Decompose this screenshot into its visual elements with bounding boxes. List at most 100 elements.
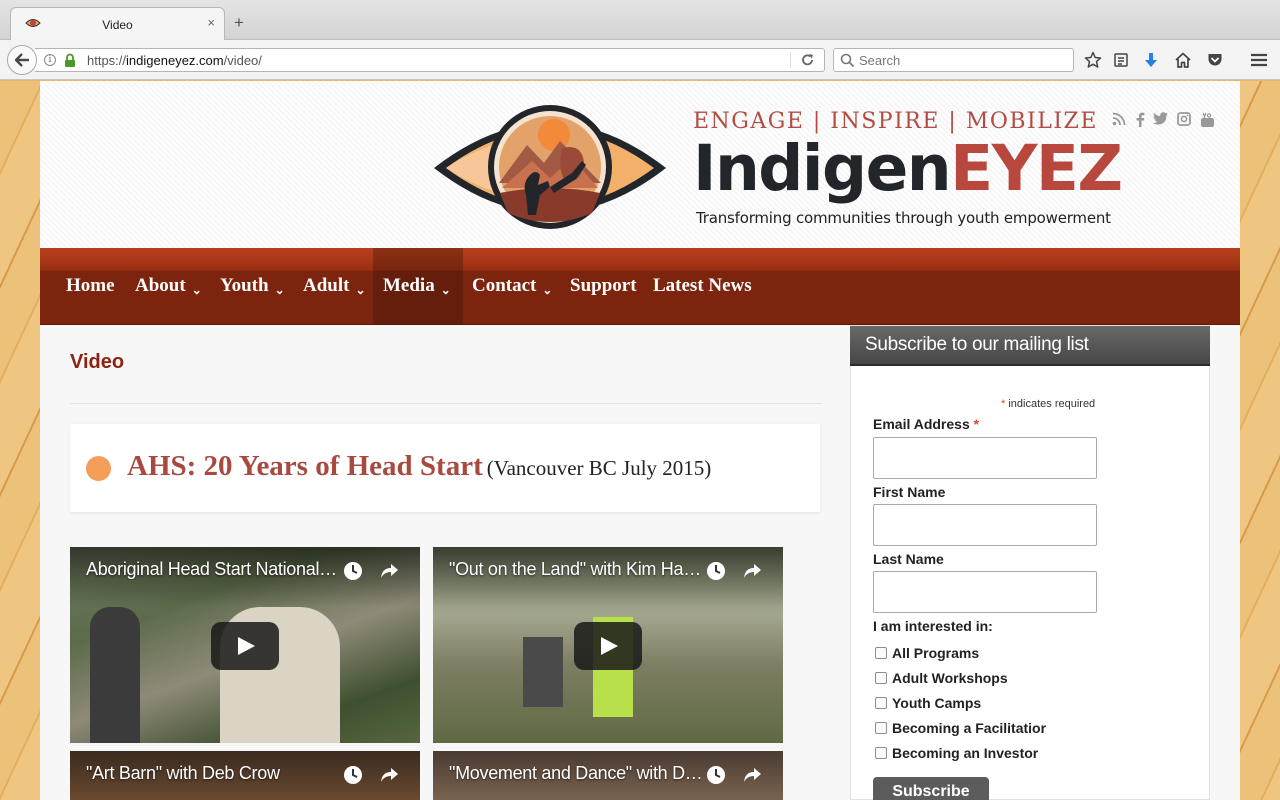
instagram-icon[interactable] [1176,112,1192,128]
share-icon[interactable] [741,764,763,786]
pocket-icon[interactable] [1205,50,1225,70]
video-embed[interactable]: "Movement and Dance" with Deb Crow [433,751,783,800]
play-button-icon[interactable] [574,622,642,670]
nav-item-support[interactable]: Support [570,248,637,324]
post-title[interactable]: AHS: 20 Years of Head Start (Vancouver B… [127,450,711,483]
checkbox[interactable] [875,747,887,759]
nav-item-about[interactable]: About ⌄ [135,248,202,324]
url-prefix: https:// [87,53,127,68]
chevron-down-icon: ⌄ [355,282,366,297]
mailing-list-widget: Subscribe to our mailing list * indicate… [850,325,1210,800]
page-background: ENGAGE | INSPIRE | MOBILIZE IndigenEYEZ … [0,81,1280,800]
first-name-field[interactable] [873,504,1097,546]
site-brand-name[interactable]: IndigenEYEZ [693,133,1123,205]
bookmark-star-icon[interactable] [1083,50,1103,70]
interest-option[interactable]: Youth Camps [875,695,981,711]
new-tab-icon[interactable]: + [234,14,244,31]
play-button-icon[interactable] [211,622,279,670]
chevron-down-icon: ⌄ [542,282,553,297]
interest-option[interactable]: Adult Workshops [875,670,1008,686]
twitter-icon[interactable] [1152,112,1168,128]
checkbox[interactable] [875,722,887,734]
interest-option[interactable]: Becoming a Facilitatior [875,720,1046,736]
youtube-icon[interactable] [1199,112,1215,128]
download-icon[interactable] [1141,50,1161,70]
logo-eye-icon[interactable] [432,103,668,233]
video-title[interactable]: "Out on the Land" with Kim Haxton [449,559,704,580]
share-icon[interactable] [378,560,400,582]
info-icon[interactable]: i [44,54,56,66]
main-navigation: Home About ⌄ Youth ⌄ Adult ⌄ Media ⌄ Contact… [40,248,1240,325]
search-bar[interactable]: Search [833,48,1074,72]
lock-icon[interactable] [64,53,76,68]
back-button[interactable] [7,45,37,75]
nav-item-home[interactable]: Home [66,248,115,324]
hamburger-menu-icon[interactable] [1249,50,1269,70]
video-title[interactable]: "Art Barn" with Deb Crow [86,763,341,784]
required-note: * indicates required [1001,398,1095,410]
nav-item-contact[interactable]: Contact ⌄ [472,248,552,324]
rss-icon[interactable] [1111,112,1127,128]
browser-toolbar: i https://indigeneyez.com/video/ Search [0,40,1280,80]
watch-later-icon[interactable] [705,560,727,582]
email-field[interactable] [873,437,1097,479]
post-title-text: AHS: 20 Years of Head Start [127,450,483,482]
reading-list-icon[interactable] [1111,50,1131,70]
interest-option[interactable]: All Programs [875,645,979,661]
url-text[interactable]: https://indigeneyez.com/video/ [87,53,262,68]
nav-item-adult[interactable]: Adult ⌄ [303,248,366,324]
email-label: Email Address * [873,416,979,432]
watch-later-icon[interactable] [342,560,364,582]
nav-label: Latest News [653,275,752,296]
url-bar[interactable]: i https://indigeneyez.com/video/ [35,48,825,72]
checkbox[interactable] [875,647,887,659]
post-header-card: AHS: 20 Years of Head Start (Vancouver B… [70,424,820,512]
watch-later-icon[interactable] [705,764,727,786]
browser-tab[interactable]: Video × [10,7,225,41]
nav-item-youth[interactable]: Youth ⌄ [220,248,285,324]
facebook-icon[interactable] [1132,112,1148,128]
chevron-down-icon: ⌄ [191,282,202,297]
video-embed[interactable]: Aboriginal Head Start National Gathering [70,547,420,743]
video-title[interactable]: "Movement and Dance" with Deb Crow [449,763,704,784]
site-tagline: ENGAGE | INSPIRE | MOBILIZE [693,109,1098,134]
url-host: indigeneyez.com [126,53,224,68]
checkbox[interactable] [875,672,887,684]
video-title[interactable]: Aboriginal Head Start National Gathering [86,559,341,580]
tab-title: Video [102,18,133,32]
nav-label: Contact [472,275,537,296]
reload-icon[interactable] [801,53,815,67]
share-icon[interactable] [741,560,763,582]
checkbox-label: Youth Camps [892,695,982,711]
search-placeholder: Search [859,53,901,68]
interest-option[interactable]: Becoming an Investor [875,745,1038,761]
required-star: * [1001,398,1006,410]
chevron-down-icon: ⌄ [440,282,451,297]
tab-close-icon[interactable]: × [207,15,215,30]
home-icon[interactable] [1173,50,1193,70]
site-subtagline: Transforming communities through youth e… [696,209,1111,227]
checkbox-label: All Programs [892,645,980,661]
divider [70,403,822,404]
checkbox[interactable] [875,697,887,709]
checkbox-label: Becoming an Investor [892,745,1039,761]
email-label-text: Email Address [873,416,970,432]
url-path: /video/ [223,53,262,68]
nav-item-media[interactable]: Media ⌄ [373,248,463,324]
url-divider [790,52,791,68]
share-icon[interactable] [378,764,400,786]
required-star: * [973,416,980,432]
page-title: Video [70,351,125,373]
last-name-field[interactable] [873,571,1097,613]
video-embed[interactable]: "Out on the Land" with Kim Haxton [433,547,783,743]
widget-heading: Subscribe to our mailing list [850,326,1210,366]
nav-item-latest-news[interactable]: Latest News [653,248,752,324]
last-name-label: Last Name [873,551,944,567]
required-note-text: indicates required [1008,398,1096,410]
video-embed[interactable]: "Art Barn" with Deb Crow [70,751,420,800]
browser-tab-bar: Video × + [0,0,1280,41]
watch-later-icon[interactable] [342,764,364,786]
site-header: ENGAGE | INSPIRE | MOBILIZE IndigenEYEZ … [40,81,1240,248]
widget-heading-text: Subscribe to our mailing list [865,334,1089,355]
subscribe-button[interactable]: Subscribe [873,777,989,800]
